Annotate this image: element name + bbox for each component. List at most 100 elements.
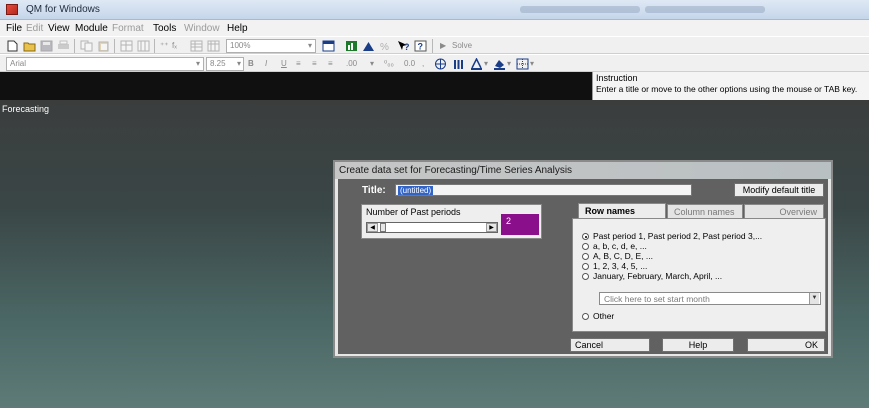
zoom-value: 100% [230,41,251,50]
tab-overview[interactable]: Overview [744,204,824,218]
comma-icon[interactable]: , [422,59,424,68]
toolbar-separator [114,39,115,53]
new-file-icon[interactable] [6,40,19,52]
app-icon [6,4,18,15]
window-title: QM for Windows [26,4,100,15]
borders-dropdown-icon[interactable]: ▾ [530,59,534,68]
menu-bar: File Edit View Module Format Tools Windo… [0,20,869,36]
italic-icon[interactable]: I [265,59,267,68]
insert-row-icon[interactable] [120,40,133,52]
menu-edit[interactable]: Edit [26,23,43,34]
font-name-value: Arial [10,59,27,68]
chart-icon[interactable] [345,40,358,52]
font-color-icon[interactable] [470,58,483,70]
scroll-thumb[interactable] [380,223,386,232]
chevron-down-icon[interactable]: ▼ [809,293,819,304]
underline-icon[interactable]: U [281,59,287,68]
menu-module[interactable]: Module [75,23,108,34]
radio-label: A, B, C, D, E, ... [593,251,653,261]
font-color-dropdown-icon[interactable]: ▾ [484,59,488,68]
globe-icon[interactable] [434,58,447,70]
module-label: Forecasting [2,104,50,114]
solve-play-icon[interactable]: ▶ [440,41,446,50]
radio-lowercase-letters[interactable]: a, b, c, d, e, ... [582,241,647,251]
radio-dot-icon [582,313,589,320]
formula-icon[interactable]: fₓ [172,41,177,50]
help-button[interactable]: Help [662,338,734,352]
radio-uppercase-letters[interactable]: A, B, C, D, E, ... [582,251,653,261]
font-size-select[interactable]: 8.25 ▾ [206,57,244,71]
title-input-value: (untitled) [398,186,434,195]
menu-help[interactable]: Help [227,23,248,34]
ok-button[interactable]: OK [747,338,825,352]
tab-row-names[interactable]: Row names [578,203,666,218]
tab-column-names[interactable]: Column names [667,204,743,218]
past-periods-group: Number of Past periods ◀ ▶ 2 [361,204,542,239]
menu-view[interactable]: View [48,23,70,34]
menu-window[interactable]: Window [184,23,220,34]
formula-strip [0,72,592,100]
title-label: Title: [362,185,386,196]
svg-text:?: ? [418,42,424,52]
align-center-icon[interactable]: ≡ [312,59,317,68]
show-hide-icon[interactable]: ⁺⁺ [160,41,168,50]
title-input[interactable]: (untitled) [395,184,692,196]
insert-column-icon[interactable] [137,40,150,52]
past-periods-scrollbar[interactable]: ◀ ▶ [366,222,498,233]
toolbar-separator [74,39,75,53]
align-left-icon[interactable]: ≡ [296,59,301,68]
zoom-select[interactable]: 100% ▾ [226,39,316,53]
radio-dot-icon [582,243,589,250]
decimals-select[interactable]: .00 [346,59,357,68]
fill-color-dropdown-icon[interactable]: ▾ [507,59,511,68]
blurred-window-caption [520,6,640,13]
decimal-increase-icon[interactable]: ⁰₀₀ [384,59,394,68]
align-right-icon[interactable]: ≡ [328,59,333,68]
decimal-format[interactable]: 0.0 [404,59,415,68]
past-periods-label: Number of Past periods [366,207,461,217]
print-icon[interactable] [57,40,70,52]
triangle-chart-icon[interactable] [362,40,375,52]
instruction-heading: Instruction [596,73,638,83]
borders-icon[interactable] [516,58,529,70]
help-icon[interactable]: ? [414,40,427,52]
menu-tools[interactable]: Tools [153,23,176,34]
window-icon[interactable] [322,40,335,52]
font-name-select[interactable]: Arial ▾ [6,57,204,71]
table-grid-2-icon[interactable] [207,40,220,52]
save-icon[interactable] [40,40,53,52]
help-pointer-icon[interactable]: ? [397,40,410,52]
radio-label: Other [593,311,615,321]
row-names-content: Past period 1, Past period 2, Past perio… [572,218,826,332]
scroll-left-icon[interactable]: ◀ [367,223,378,232]
copy-icon[interactable] [80,40,93,52]
radio-months[interactable]: January, February, March, April, ... [582,271,722,281]
percent-icon[interactable]: % [379,40,392,52]
options-tab-panel: Row names Column names Overview Past per… [572,203,828,346]
toolbar-separator [154,39,155,53]
modify-default-title-button[interactable]: Modify default title [734,183,824,197]
radio-dot-icon [582,233,589,240]
fill-color-icon[interactable] [493,58,506,70]
table-grid-icon[interactable] [190,40,203,52]
svg-text:?: ? [404,42,410,52]
scroll-right-icon[interactable]: ▶ [486,223,497,232]
menu-file[interactable]: File [6,23,22,34]
dialog-body: Title: (untitled) Modify default title N… [338,179,828,354]
paste-icon[interactable] [97,40,110,52]
radio-past-period[interactable]: Past period 1, Past period 2, Past perio… [582,231,762,241]
cancel-button[interactable]: Cancel [570,338,650,352]
radio-numbers[interactable]: 1, 2, 3, 4, 5, ... [582,261,647,271]
open-folder-icon[interactable] [23,40,36,52]
start-month-select[interactable]: Click here to set start month ▼ [599,292,821,305]
decimals-dropdown-icon[interactable]: ▾ [370,59,374,68]
bold-icon[interactable]: B [248,59,254,68]
font-size-value: 8.25 [210,59,226,68]
toolbar-separator [432,39,433,53]
title-bar: QM for Windows [0,0,869,20]
menu-format[interactable]: Format [112,23,144,34]
column-width-icon[interactable] [452,58,465,70]
solve-button[interactable]: Solve [452,41,472,50]
radio-label: 1, 2, 3, 4, 5, ... [593,261,648,271]
radio-other[interactable]: Other [582,311,614,321]
